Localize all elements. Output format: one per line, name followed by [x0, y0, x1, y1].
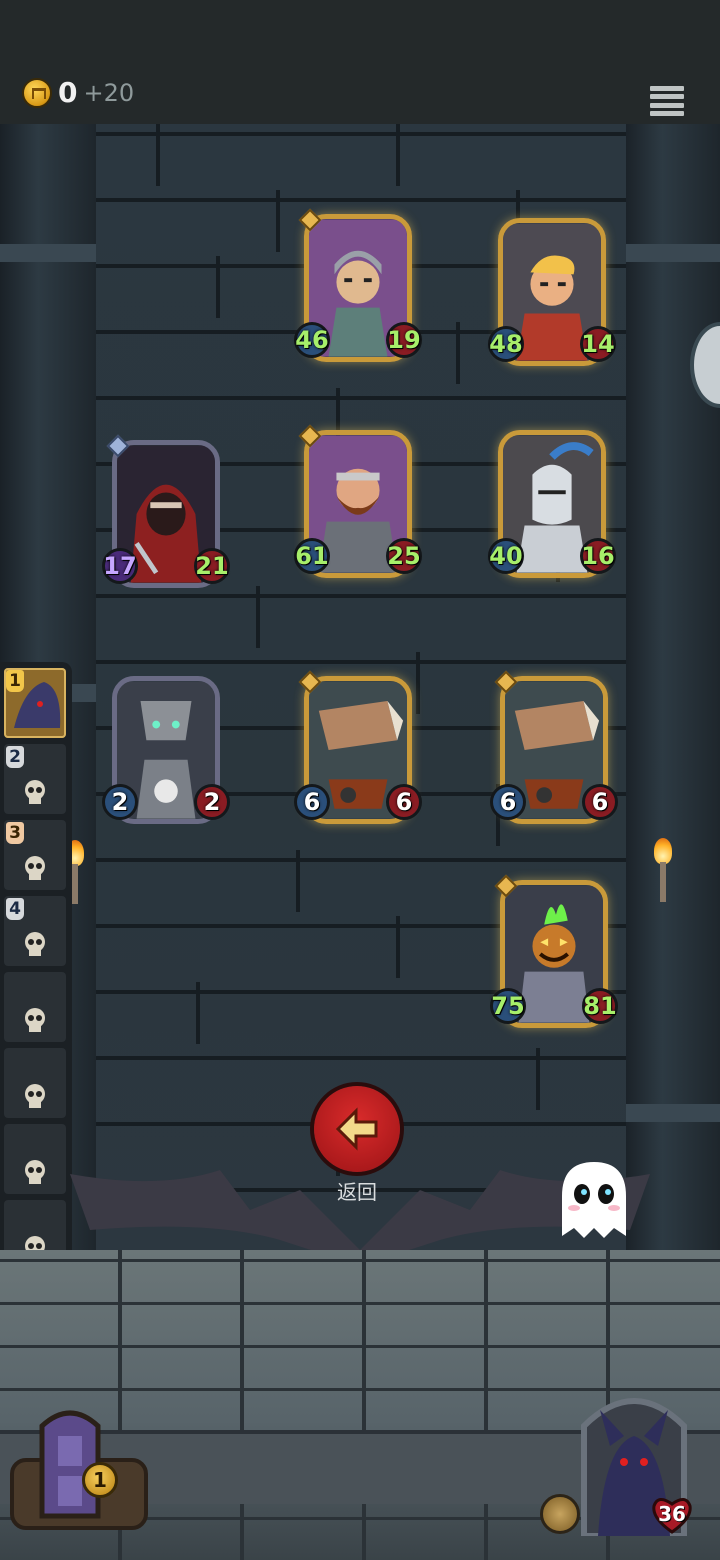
slot-number: 1 [6, 670, 24, 692]
ghost-mascot-icon[interactable] [548, 1156, 640, 1248]
hero-health: 36 [658, 1502, 686, 1526]
roster-slot[interactable]: 3 [4, 820, 66, 890]
door-shop-icon[interactable] [8, 1396, 150, 1532]
attack-stat: 40 [488, 538, 524, 574]
health-stat: 6 [582, 784, 618, 820]
roster-slot[interactable] [4, 972, 66, 1042]
attack-stat: 2 [102, 784, 138, 820]
gold-amount: 0 [58, 76, 78, 109]
skull-icon [25, 780, 45, 804]
card-assassin[interactable]: 17 21 [102, 434, 230, 596]
health-stat: 25 [386, 538, 422, 574]
attack-stat: 46 [294, 322, 330, 358]
attack-stat: 6 [294, 784, 330, 820]
skull-icon [25, 1084, 45, 1108]
health-stat: 81 [582, 988, 618, 1024]
card-brawler[interactable]: 48 14 [488, 214, 616, 374]
gold-counter: 0 +20 [22, 76, 134, 109]
attack-stat: 75 [490, 988, 526, 1024]
skull-icon [25, 1160, 45, 1184]
card-pumpkin-knight[interactable]: 75 81 [490, 874, 618, 1036]
slot-number: 4 [6, 898, 24, 920]
slot-number: 3 [6, 822, 24, 844]
health-stat: 6 [386, 784, 422, 820]
card-knight[interactable]: 40 16 [488, 426, 616, 586]
door-count-badge: 1 [82, 1462, 118, 1498]
health-stat: 19 [386, 322, 422, 358]
back-label: 返回 [337, 1180, 377, 1204]
health-stat: 16 [580, 538, 616, 574]
gold-coin-icon [22, 77, 52, 108]
back-button[interactable] [314, 1086, 400, 1172]
skull-icon [25, 1008, 45, 1032]
card-guard[interactable]: 46 19 [294, 208, 422, 370]
slot-number: 2 [6, 746, 24, 768]
ability-coin-icon[interactable] [540, 1494, 580, 1534]
arrow-left-icon [335, 1107, 378, 1151]
top-bar: 0 +20 [0, 0, 720, 127]
torch-right-icon [654, 838, 672, 902]
card-bomb-cart[interactable]: 6 6 [490, 670, 618, 832]
health-stat: 21 [194, 548, 230, 584]
skull-icon [25, 932, 45, 956]
gold-income: +20 [83, 78, 135, 107]
right-pillar [624, 124, 720, 1264]
attack-stat: 17 [102, 548, 138, 584]
roster-slot[interactable] [4, 1124, 66, 1194]
roster-slot[interactable]: 4 [4, 896, 66, 966]
menu-icon[interactable] [650, 86, 684, 116]
attack-stat: 6 [490, 784, 526, 820]
health-stat: 14 [580, 326, 616, 362]
attack-stat: 48 [488, 326, 524, 362]
unit-roster: 1 2 3 4 [0, 662, 72, 1278]
card-bomb-cart[interactable]: 6 6 [294, 670, 422, 832]
card-skull-urn[interactable]: 2 2 [102, 672, 230, 832]
health-stat: 2 [194, 784, 230, 820]
attack-stat: 61 [294, 538, 330, 574]
roster-slot[interactable] [4, 1048, 66, 1118]
roster-slot[interactable]: 2 [4, 744, 66, 814]
roster-slot[interactable]: 1 [4, 668, 66, 738]
skull-icon [25, 856, 45, 880]
card-brute[interactable]: 61 25 [294, 424, 422, 586]
